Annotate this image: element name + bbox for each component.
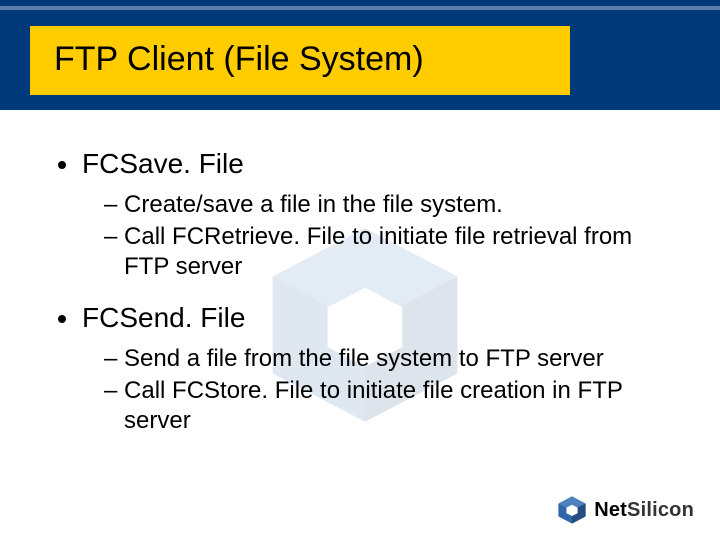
bullet-label: FCSave. File (82, 148, 244, 180)
header-accent-stripe (0, 6, 720, 10)
bullet-dot-icon (58, 315, 66, 323)
sub-bullet-group: – Create/save a file in the file system.… (104, 190, 680, 282)
sub-bullet: – Create/save a file in the file system. (104, 190, 680, 220)
logo-text-suffix: Silicon (627, 499, 694, 521)
logo-text-prefix: Net (594, 499, 627, 521)
sub-bullet: – Call FCStore. File to initiate file cr… (104, 376, 680, 436)
logo-cube-icon (556, 494, 588, 526)
slide-title: FTP Client (File System) (54, 40, 424, 78)
slide-title-box: FTP Client (File System) (30, 26, 570, 95)
bullet-level1: FCSave. File (58, 148, 680, 180)
sub-bullet-group: – Send a file from the file system to FT… (104, 344, 680, 436)
bullet-level1: FCSend. File (58, 302, 680, 334)
logo-text: NetSilicon (594, 499, 694, 522)
footer-logo: NetSilicon (556, 494, 694, 526)
sub-bullet: – Call FCRetrieve. File to initiate file… (104, 222, 680, 282)
bullet-dot-icon (58, 161, 66, 169)
bullet-label: FCSend. File (82, 302, 245, 334)
slide-body: FCSave. File – Create/save a file in the… (58, 148, 680, 456)
sub-bullet: – Send a file from the file system to FT… (104, 344, 680, 374)
